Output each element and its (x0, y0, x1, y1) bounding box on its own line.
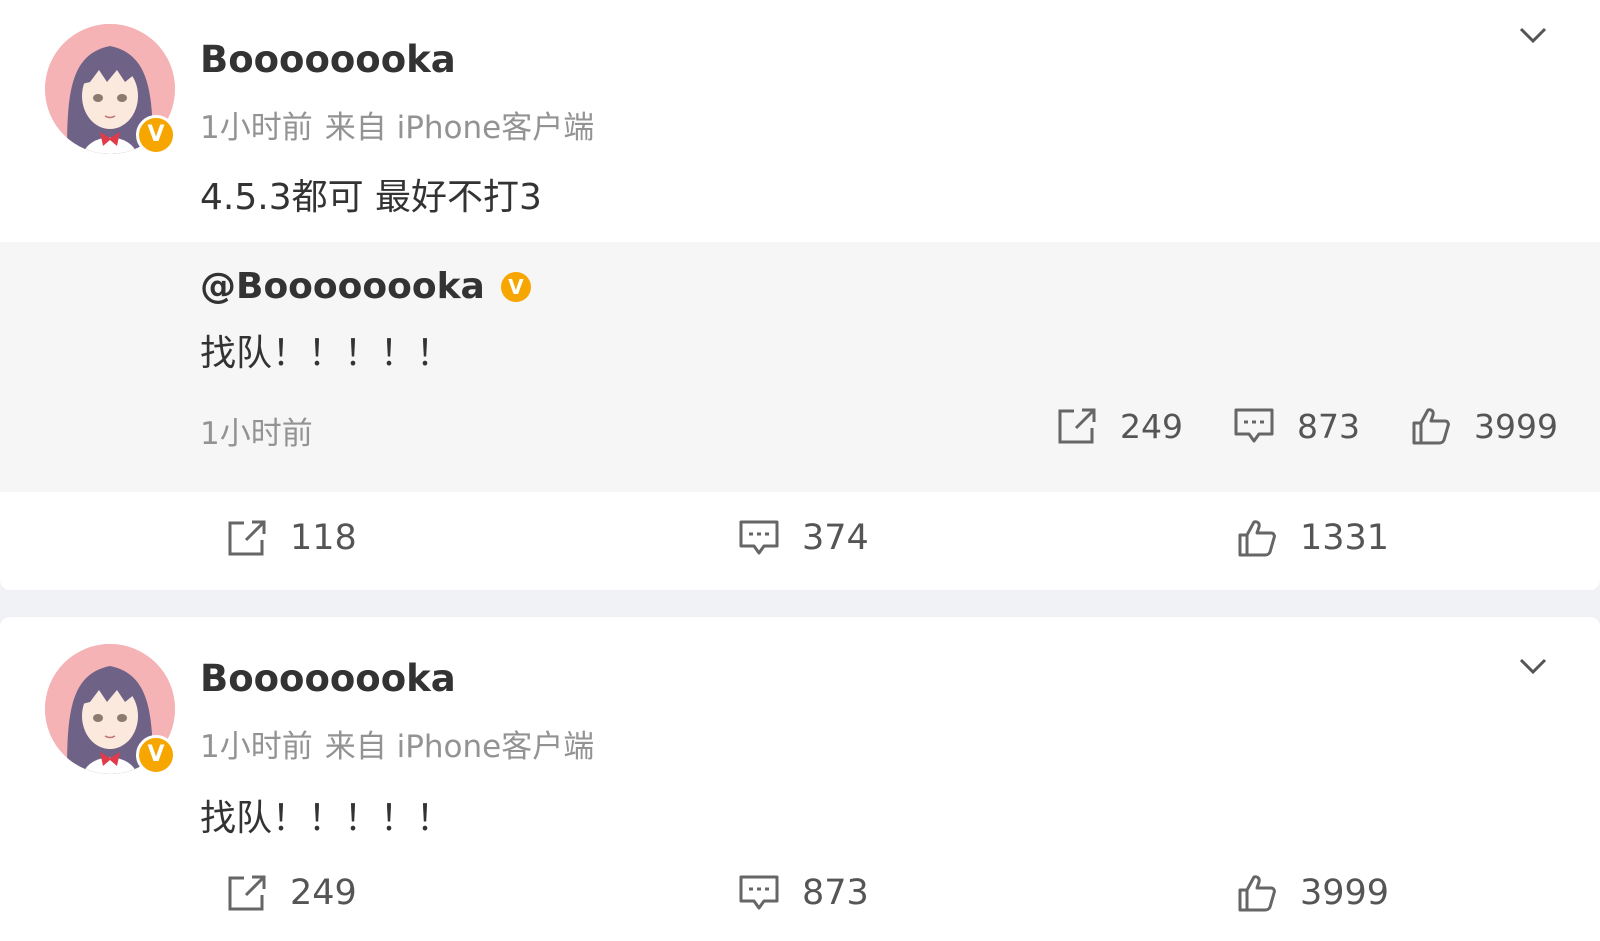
post-source: 来自 iPhone客户端 (324, 729, 595, 765)
post-meta: 1小时前 来自 iPhone客户端 (200, 102, 594, 147)
repost-username-row: @Boooooooka V (200, 266, 531, 307)
verified-badge: V (136, 735, 176, 775)
post-source: 来自 iPhone客户端 (324, 110, 595, 146)
feed-card: V Boooooooka 1小时前 来自 iPhone客户端 找队！！！！！ 24… (0, 617, 1600, 941)
share-button[interactable]: 118 (226, 518, 357, 558)
repost-username[interactable]: @Boooooooka (200, 266, 485, 307)
repost-time: 1小时前 (200, 416, 313, 452)
share-count: 249 (290, 873, 357, 913)
username[interactable]: Boooooooka (200, 38, 456, 81)
repost-comment-button[interactable]: 873 (1233, 406, 1360, 446)
like-count: 3999 (1474, 406, 1558, 446)
chevron-down-icon[interactable] (1518, 24, 1548, 46)
share-icon (226, 873, 268, 913)
username[interactable]: Boooooooka (200, 657, 456, 700)
like-icon (1236, 518, 1278, 558)
verified-badge: V (136, 115, 176, 155)
share-icon (1056, 406, 1098, 446)
repost-text: 找队！！！！！ (200, 333, 453, 374)
post-actions: 118 374 1331 (0, 508, 1600, 578)
post-meta: 1小时前 来自 iPhone客户端 (200, 721, 594, 766)
repost-block[interactable]: @Boooooooka V 找队！！！！！ 1小时前 249 873 3999 (0, 242, 1600, 492)
feed-card: V Boooooooka 1小时前 来自 iPhone客户端 4.5.3都可 最好… (0, 0, 1600, 590)
post-actions: 249 873 3999 (0, 863, 1600, 933)
post-text: 4.5.3都可 最好不打3 (200, 177, 542, 218)
repost-share-button[interactable]: 249 (1056, 406, 1183, 446)
comment-icon (738, 518, 780, 558)
comment-count: 873 (1297, 406, 1361, 446)
avatar[interactable]: V (45, 24, 176, 155)
like-button[interactable]: 1331 (1236, 518, 1389, 558)
like-icon (1410, 406, 1452, 446)
like-count: 3999 (1300, 873, 1390, 913)
post-time[interactable]: 1小时前 (200, 729, 313, 765)
verified-badge: V (500, 271, 531, 302)
share-count: 249 (1120, 406, 1184, 446)
comment-icon (1233, 406, 1275, 446)
repost-actions: 249 873 3999 (1006, 406, 1558, 446)
post-text: 找队！！！！！ (200, 798, 453, 839)
like-icon (1236, 873, 1278, 913)
comment-count: 873 (802, 873, 869, 913)
comment-icon (738, 873, 780, 913)
like-button[interactable]: 3999 (1236, 873, 1389, 913)
like-count: 1331 (1300, 518, 1390, 558)
post-time[interactable]: 1小时前 (200, 110, 313, 146)
comment-count: 374 (802, 518, 869, 558)
avatar[interactable]: V (45, 644, 176, 775)
comment-button[interactable]: 873 (738, 873, 869, 913)
repost-like-button[interactable]: 3999 (1410, 406, 1558, 446)
chevron-down-icon[interactable] (1518, 655, 1548, 677)
share-icon (226, 518, 268, 558)
comment-button[interactable]: 374 (738, 518, 869, 558)
share-button[interactable]: 249 (226, 873, 357, 913)
share-count: 118 (290, 518, 357, 558)
